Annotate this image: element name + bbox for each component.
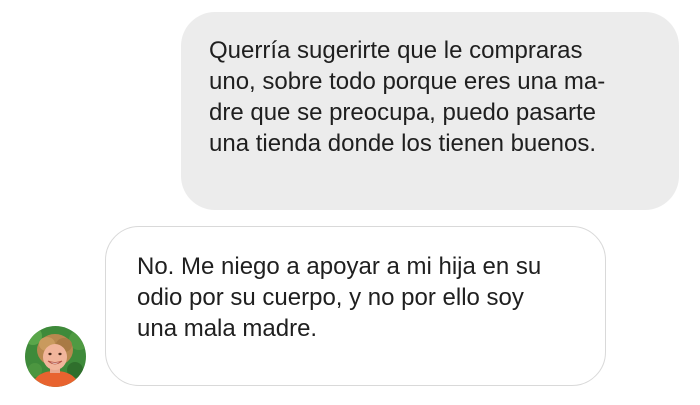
- incoming-message-bubble: No. Me niego a apoyar a mi hija en su od…: [105, 226, 606, 386]
- message-line: dre que se preocupa, puedo pasarte: [209, 99, 596, 126]
- message-line: una tienda donde los tienen buenos.: [209, 130, 596, 157]
- message-line: No. Me niego a apoyar a mi hija en su: [137, 253, 542, 280]
- avatar-photo-icon: [25, 326, 86, 387]
- contact-avatar[interactable]: [25, 326, 86, 387]
- message-line: uno, sobre todo porque eres una ma-: [209, 68, 606, 95]
- message-line: Querría sugerirte que le compraras: [209, 37, 583, 64]
- chat-thread: Querría sugerirte que le compraras uno, …: [0, 0, 700, 405]
- message-line: una mala madre.: [137, 315, 318, 342]
- message-line: odio por su cuerpo, y no por ello soy: [137, 284, 524, 311]
- outgoing-message-bubble: Querría sugerirte que le compraras uno, …: [181, 12, 679, 210]
